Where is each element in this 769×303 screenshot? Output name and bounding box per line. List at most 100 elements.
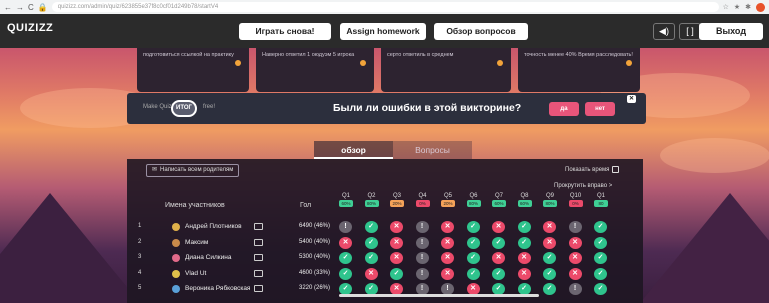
question-header[interactable]: Q8 60% xyxy=(517,193,532,207)
fullscreen-icon[interactable]: [ ] xyxy=(679,23,701,40)
question-percent-badge: 0% xyxy=(415,200,430,207)
participant-name[interactable]: Максим xyxy=(185,239,208,246)
review-questions-button[interactable]: Обзор вопросов xyxy=(434,23,528,40)
answer-correct-icon[interactable]: ✓ xyxy=(466,221,480,233)
answer-correct-icon[interactable]: ✓ xyxy=(466,267,480,280)
scroll-right-link[interactable]: Прокрутить вправо > xyxy=(554,183,612,189)
answer-correct-icon[interactable]: ✓ xyxy=(594,283,607,295)
sound-icon[interactable]: ◀) xyxy=(653,23,675,40)
question-header[interactable]: Q9 80% xyxy=(543,193,557,207)
answer-wrong-icon[interactable]: ✕ xyxy=(441,236,454,249)
answer-correct-icon[interactable]: ✓ xyxy=(492,236,505,249)
quizizz-logo[interactable]: QUIZIZZ xyxy=(7,22,53,34)
answer-correct-icon[interactable]: ✓ xyxy=(466,236,480,249)
answer-correct-icon[interactable]: ✓ xyxy=(364,236,378,249)
answer-wrong-icon[interactable]: ✕ xyxy=(517,252,531,264)
table-row[interactable]: 1 Андрей Плотников 6490 (46%)! ✓ ✕! ✕ ✓ ✕ ✓ ✕! ✓ xyxy=(127,220,643,234)
question-header[interactable]: Q10 0% xyxy=(568,193,583,207)
back-icon[interactable]: ← xyxy=(4,3,12,12)
answer-correct-icon[interactable]: ✓ xyxy=(339,252,352,264)
participant-name[interactable]: Диана Силкина xyxy=(185,254,231,261)
answer-correct-icon[interactable]: ✓ xyxy=(594,267,607,280)
answer-wrong-icon[interactable]: ✕ xyxy=(390,252,403,264)
forward-icon[interactable]: → xyxy=(16,3,24,12)
star-icon[interactable]: ★ xyxy=(734,3,740,11)
answer-wrong-icon[interactable]: ✕ xyxy=(517,267,531,280)
answer-wrong-icon[interactable]: ✕ xyxy=(364,267,378,280)
yes-button[interactable]: да xyxy=(549,102,579,116)
answer-wrong-icon[interactable]: ✕ xyxy=(568,236,582,249)
tab-questions[interactable]: Вопросы xyxy=(393,141,472,159)
tab-overview[interactable]: обзор xyxy=(314,141,393,159)
answer-correct-icon[interactable]: ✓ xyxy=(543,252,556,264)
question-header[interactable]: Q5 20% xyxy=(441,193,455,207)
answer-correct-icon[interactable]: ✓ xyxy=(517,221,531,233)
mail-icon[interactable] xyxy=(254,285,263,292)
profile-avatar[interactable] xyxy=(756,2,765,12)
question-header[interactable]: Q2 80% xyxy=(364,193,379,207)
answer-skip-icon[interactable]: ! xyxy=(568,283,582,295)
answer-wrong-icon[interactable]: ✕ xyxy=(492,252,505,264)
question-header[interactable]: Q1 60% xyxy=(339,193,353,207)
answer-wrong-icon[interactable]: ✕ xyxy=(441,221,454,233)
extension-icon[interactable]: ✱ xyxy=(745,3,751,11)
answer-skip-icon[interactable]: ! xyxy=(568,221,582,233)
reload-icon[interactable]: C xyxy=(28,3,34,12)
mail-icon[interactable] xyxy=(254,269,263,277)
mail-icon[interactable] xyxy=(254,254,263,261)
question-header[interactable]: Q7 60% xyxy=(492,193,506,207)
table-row[interactable]: 2 Максим 5400 (40%) ✕ ✓ ✕! ✕ ✓ ✓ ✓ ✕ ✕ ✓ xyxy=(127,236,643,250)
answer-correct-icon[interactable]: ✓ xyxy=(466,252,480,264)
address-bar[interactable]: quizizz.com/admin/quiz/623855e37f8c0cf01… xyxy=(51,2,719,12)
mail-icon[interactable] xyxy=(254,223,263,230)
question-label: Q1 xyxy=(596,193,605,199)
answer-wrong-icon[interactable]: ✕ xyxy=(543,221,556,233)
answer-skip-icon[interactable]: ! xyxy=(415,236,429,249)
answer-correct-icon[interactable]: ✓ xyxy=(543,283,556,295)
question-header[interactable]: Q6 80% xyxy=(466,193,481,207)
answer-correct-icon[interactable]: ✓ xyxy=(517,236,531,249)
participant-name[interactable]: Вероника Рябковская xyxy=(185,285,250,292)
answer-correct-icon[interactable]: ✓ xyxy=(364,221,378,233)
answer-wrong-icon[interactable]: ✕ xyxy=(543,236,556,249)
answer-wrong-icon[interactable]: ✕ xyxy=(390,236,403,249)
answer-correct-icon[interactable]: ✓ xyxy=(594,221,607,233)
answer-correct-icon[interactable]: ✓ xyxy=(364,252,378,264)
exit-button[interactable]: Выход xyxy=(699,23,763,40)
mail-icon[interactable] xyxy=(254,238,263,246)
close-icon[interactable]: ✕ xyxy=(627,95,636,103)
answer-skip-icon[interactable]: ! xyxy=(415,267,429,280)
answer-correct-icon[interactable]: ✓ xyxy=(594,236,607,249)
question-header[interactable]: Q4 0% xyxy=(415,193,430,207)
participant-score: 3220 (26%) xyxy=(299,285,331,291)
no-button[interactable]: нет xyxy=(585,102,615,116)
question-header[interactable]: Q3 20% xyxy=(390,193,404,207)
write-parents-button[interactable]: ✉ Написать всем родителям xyxy=(146,164,240,177)
answer-skip-icon[interactable]: ! xyxy=(415,252,429,264)
table-row[interactable]: 3 Диана Силкина 5300 (40%) ✓ ✓ ✕! ✕ ✓ ✕ ✕ ✓ ✕ ✓ xyxy=(127,251,643,265)
answer-wrong-icon[interactable]: ✕ xyxy=(441,267,454,280)
answer-wrong-icon[interactable]: ✕ xyxy=(492,221,505,233)
participant-name[interactable]: Андрей Плотников xyxy=(185,223,242,230)
answer-wrong-icon[interactable]: ✕ xyxy=(568,267,582,280)
assign-homework-button[interactable]: Assign homework xyxy=(340,23,426,40)
answer-wrong-icon[interactable]: ✕ xyxy=(390,221,403,233)
table-row[interactable]: 4 Vlad Ut 4600 (33%) ✓ ✕ ✓! ✕ ✓ ✓ ✕ ✓ ✕ ✓ xyxy=(127,267,643,281)
answer-wrong-icon[interactable]: ✕ xyxy=(568,252,582,264)
answer-correct-icon[interactable]: ✓ xyxy=(339,267,352,280)
answer-skip-icon[interactable]: ! xyxy=(415,221,429,233)
answer-skip-icon[interactable]: ! xyxy=(339,221,352,233)
answer-correct-icon[interactable]: ✓ xyxy=(594,252,607,264)
horizontal-scrollbar[interactable] xyxy=(339,294,539,297)
play-again-button[interactable]: Играть снова! xyxy=(239,23,331,40)
answer-wrong-icon[interactable]: ✕ xyxy=(339,236,352,249)
answer-correct-icon[interactable]: ✓ xyxy=(543,267,556,280)
answer-correct-icon[interactable]: ✓ xyxy=(390,267,403,280)
answer-wrong-icon[interactable]: ✕ xyxy=(441,252,454,264)
show-time-toggle[interactable]: Показать время xyxy=(565,166,620,173)
bookmark-icon[interactable]: ☆ xyxy=(723,3,729,11)
participant-name[interactable]: Vlad Ut xyxy=(185,270,206,277)
answer-correct-icon[interactable]: ✓ xyxy=(492,267,505,280)
question-header[interactable]: Q1 80 xyxy=(594,193,608,207)
show-time-checkbox[interactable] xyxy=(612,166,620,173)
